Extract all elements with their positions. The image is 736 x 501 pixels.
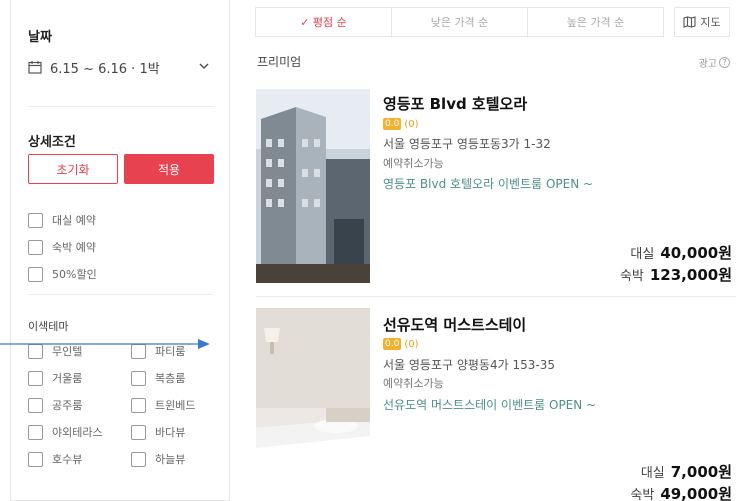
- theme-checkbox[interactable]: 트윈베드: [131, 397, 195, 413]
- rating: 0.0 (0): [383, 338, 419, 350]
- price-label: 숙박: [619, 269, 644, 284]
- annotation-arrow-icon: [0, 339, 210, 349]
- review-count: (0): [404, 338, 419, 350]
- map-icon: [683, 16, 696, 28]
- theme-checkbox[interactable]: 호수뷰: [28, 451, 82, 467]
- reset-button[interactable]: 초기화: [28, 154, 118, 184]
- checkbox[interactable]: [28, 424, 43, 440]
- price-value: 40,000원: [660, 244, 732, 262]
- ad-text: 광고: [698, 59, 717, 70]
- theme-checkbox[interactable]: 야외테라스: [28, 424, 103, 440]
- room-photo: [256, 308, 370, 501]
- chevron-down-icon: [199, 63, 209, 70]
- cancel-policy: 예약취소가능: [383, 157, 444, 170]
- help-icon[interactable]: ?: [719, 57, 730, 68]
- filter-sidebar: 날짜 6.15 ~ 6.16 · 1박 상세조건 초기화 적용 대실 예약 숙박…: [10, 0, 230, 501]
- listing-address: 서울 영등포구 영등포동3가 1-32: [383, 137, 551, 151]
- listing-card[interactable]: 영등포 Blvd 호텔오라 0.0 (0) 서울 영등포구 영등포동3가 1-3…: [256, 89, 736, 285]
- review-count: (0): [404, 118, 419, 130]
- checkbox[interactable]: [131, 451, 146, 467]
- day-use-price: 대실 7,000원: [641, 461, 732, 482]
- listing-name[interactable]: 영등포 Blvd 호텔오라: [383, 93, 527, 114]
- listing-name[interactable]: 선유도역 머스트스테이: [383, 314, 526, 335]
- checkbox-label: 하늘뷰: [155, 453, 186, 466]
- checkbox[interactable]: [28, 451, 43, 467]
- day-use-price: 대실 40,000원: [630, 242, 732, 263]
- checkbox[interactable]: [28, 239, 43, 255]
- theme-checkbox[interactable]: 하늘뷰: [131, 451, 185, 467]
- event-text: 영등포 Blvd 호텔오라 이벤트룸 OPEN ~: [383, 177, 594, 191]
- map-button[interactable]: 지도: [674, 7, 730, 37]
- checkbox-day-use[interactable]: 대실 예약: [28, 212, 96, 228]
- checkbox[interactable]: [28, 370, 43, 386]
- checkbox-label: 바다뷰: [155, 426, 186, 439]
- checkbox-label: 야외테라스: [52, 426, 103, 439]
- checkbox[interactable]: [28, 212, 43, 228]
- listing-card[interactable]: 선유도역 머스트스테이 0.0 (0) 서울 영등포구 양평동4가 153-35…: [256, 308, 736, 501]
- date-range-value: 6.15 ~ 6.16 · 1박: [50, 61, 160, 77]
- sort-tabs: ✓ 평점 순 낮은 가격 순 높은 가격 순: [255, 7, 664, 37]
- event-text: 선유도역 머스트스테이 이벤트룸 OPEN ~: [383, 398, 597, 412]
- checkbox-label: 공주룸: [52, 399, 83, 412]
- theme-checkbox[interactable]: 거울룸: [28, 370, 82, 386]
- apply-button[interactable]: 적용: [124, 154, 214, 184]
- checkbox-label: 트윈베드: [155, 399, 196, 412]
- overnight-price: 숙박 49,000원: [630, 483, 732, 501]
- checkbox[interactable]: [131, 397, 146, 413]
- theme-checkbox[interactable]: 공주룸: [28, 397, 82, 413]
- price-label: 숙박: [630, 488, 655, 501]
- price-value: 123,000원: [649, 266, 732, 284]
- checkbox-label: 숙박 예약: [52, 241, 96, 254]
- overnight-price: 숙박 123,000원: [620, 264, 732, 285]
- hotel-photo: [256, 89, 370, 283]
- checkbox-label: 50%할인: [52, 268, 97, 281]
- divider: [28, 106, 214, 107]
- date-section-title: 날짜: [28, 30, 52, 45]
- checkbox[interactable]: [131, 424, 146, 440]
- checkbox-label: 대실 예약: [52, 214, 96, 227]
- premium-section-label: 프리미엄: [257, 55, 302, 69]
- divider: [28, 294, 214, 295]
- checkbox-overnight[interactable]: 숙박 예약: [28, 239, 96, 255]
- checkbox[interactable]: [28, 266, 43, 282]
- cancel-policy: 예약취소가능: [383, 377, 444, 390]
- listing-address: 서울 영등포구 양평동4가 153-35: [383, 358, 555, 372]
- checkbox[interactable]: [28, 397, 43, 413]
- theme-checkbox[interactable]: 바다뷰: [131, 424, 185, 440]
- price-label: 대실: [630, 247, 655, 262]
- theme-section-title: 이색테마: [28, 320, 69, 333]
- rating-score: 0.0: [383, 118, 402, 130]
- calendar-icon: [28, 61, 42, 74]
- checkbox-half-discount[interactable]: 50%할인: [28, 266, 97, 282]
- price-value: 7,000원: [670, 463, 732, 481]
- tab-sort-rating[interactable]: ✓ 평점 순: [256, 8, 392, 36]
- checkbox[interactable]: [131, 370, 146, 386]
- detail-section-title: 상세조건: [28, 135, 76, 150]
- price-value: 49,000원: [660, 485, 732, 501]
- rating-score: 0.0: [383, 338, 402, 350]
- tab-sort-price-high[interactable]: 높은 가격 순: [528, 8, 663, 36]
- divider: [256, 296, 736, 297]
- ad-label: 광고 ?: [699, 55, 730, 70]
- tab-sort-price-low[interactable]: 낮은 가격 순: [392, 8, 528, 36]
- theme-checkbox[interactable]: 복층룸: [131, 370, 185, 386]
- map-button-label: 지도: [700, 16, 721, 29]
- price-label: 대실: [640, 466, 665, 481]
- date-range-select[interactable]: 6.15 ~ 6.16 · 1박: [28, 52, 214, 82]
- checkbox-label: 거울룸: [52, 372, 83, 385]
- rating: 0.0 (0): [383, 118, 419, 130]
- checkbox-label: 복층룸: [155, 372, 186, 385]
- checkbox-label: 호수뷰: [52, 453, 83, 466]
